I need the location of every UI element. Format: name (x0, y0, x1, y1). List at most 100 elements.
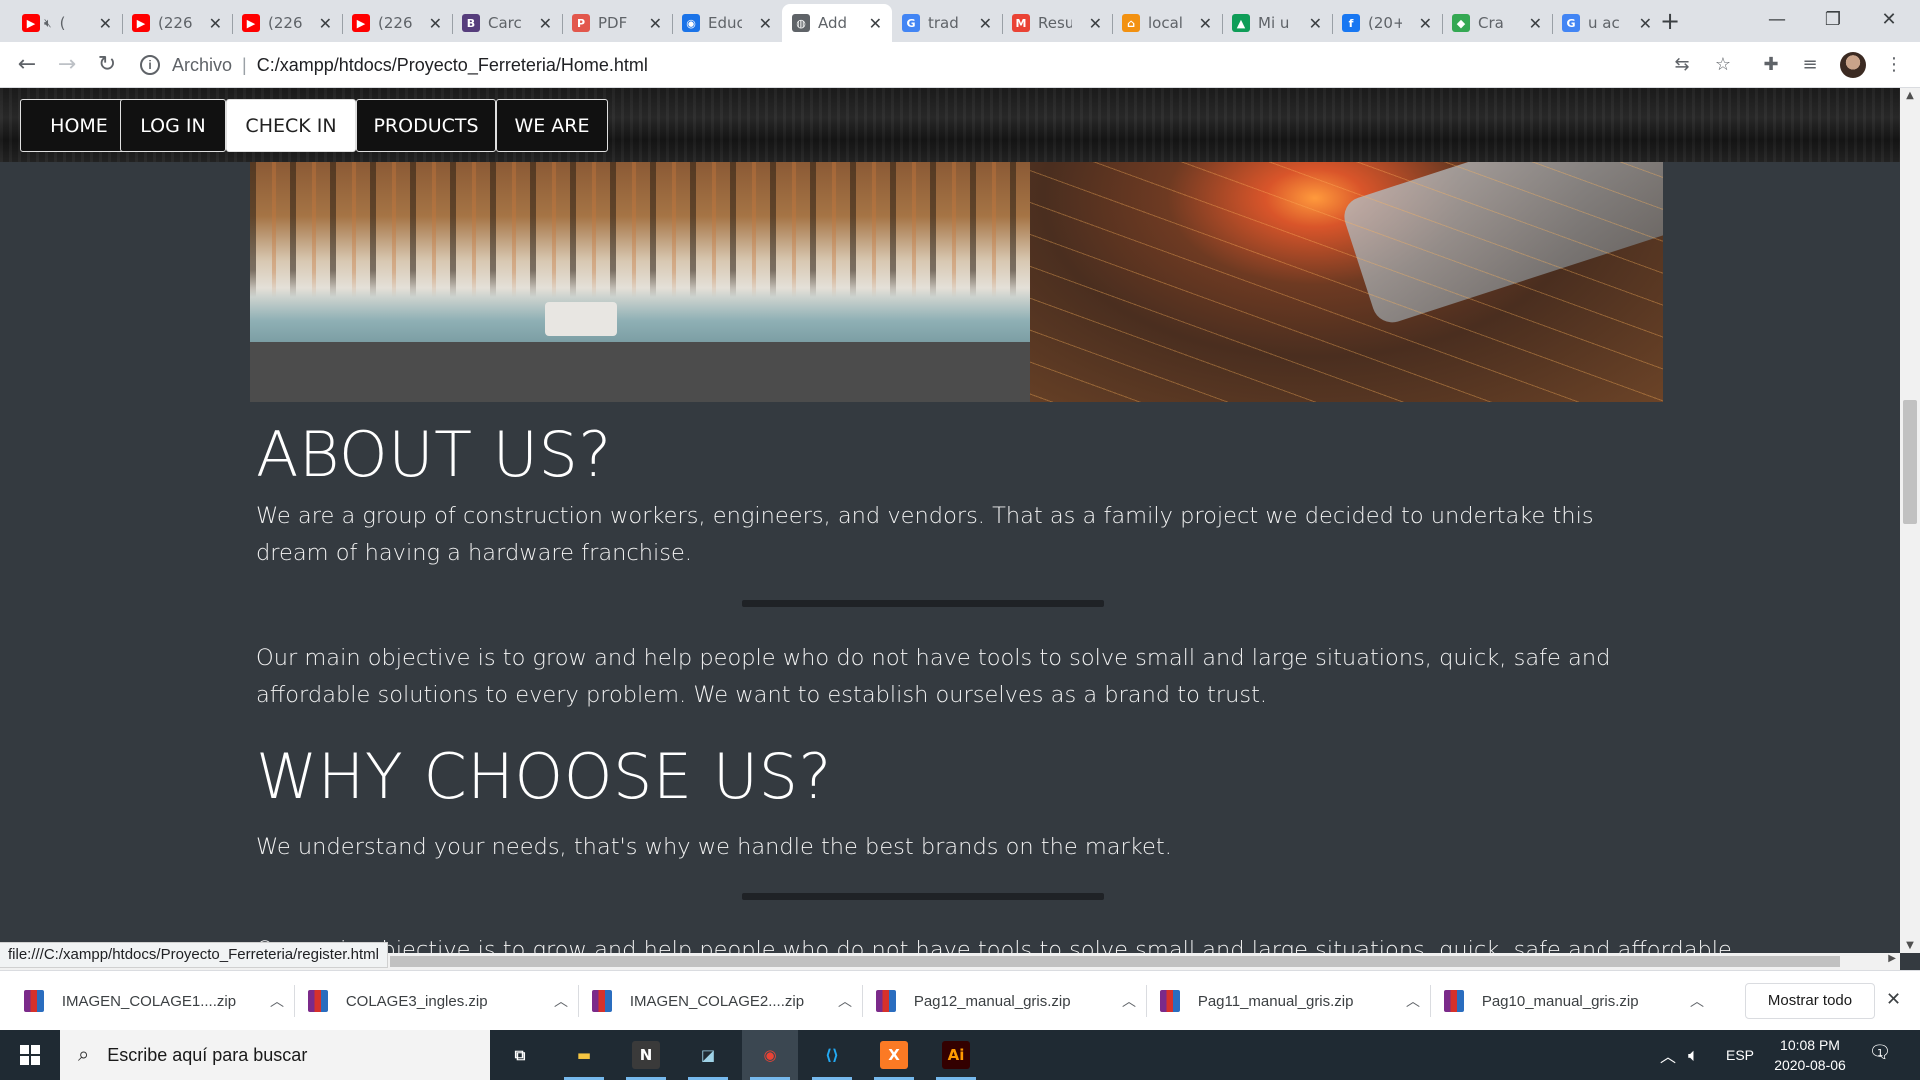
browser-tab[interactable]: ▶ (226 ✕ (122, 4, 232, 42)
translate-icon[interactable]: ⇆ (1670, 53, 1694, 77)
vscode-icon: ⟨⟩ (825, 1046, 839, 1064)
show-all-downloads-button[interactable]: Mostrar todo (1745, 983, 1875, 1019)
nav-login[interactable]: LOG IN (120, 99, 226, 152)
action-center-icon[interactable]: 🗨︎ 1 (1866, 1042, 1894, 1068)
section-divider (742, 893, 1104, 900)
gmail-icon: M (1012, 14, 1030, 32)
browser-tab[interactable]: ◉ Educ ✕ (672, 4, 782, 42)
tab-title: (226 (268, 14, 302, 32)
browser-tab[interactable]: ◆ Cra ✕ (1442, 4, 1552, 42)
nav-products[interactable]: PRODUCTS (356, 99, 496, 152)
system-clock[interactable]: 10:08 PM 2020-08-06 (1760, 1035, 1860, 1075)
input-language[interactable]: ESP (1726, 1030, 1754, 1080)
browser-tab[interactable]: P PDF ✕ (562, 4, 672, 42)
browser-tab[interactable]: ▲ Mi u ✕ (1222, 4, 1332, 42)
vertical-scrollbar[interactable]: ▲ ▼ (1900, 88, 1920, 953)
close-download-shelf-icon[interactable]: ✕ (1886, 989, 1901, 1010)
scroll-up-arrow[interactable]: ▲ (1900, 90, 1920, 101)
download-options-chevron-icon[interactable]: ︿ (1122, 991, 1136, 1011)
close-window-button[interactable]: ✕ (1862, 4, 1916, 36)
tools-wall-image (250, 162, 1030, 342)
horizontal-scroll-thumb[interactable] (390, 956, 1840, 967)
tab-separator (672, 14, 673, 34)
close-tab-icon[interactable]: ✕ (649, 14, 662, 33)
taskbar-app-button[interactable]: ◪ (680, 1030, 736, 1080)
taskbar-app-button[interactable]: ⧉ (492, 1030, 548, 1080)
browser-tab[interactable]: ⌂ local ✕ (1112, 4, 1222, 42)
vertical-scroll-thumb[interactable] (1903, 400, 1917, 524)
clock-date: 2020-08-06 (1774, 1057, 1846, 1073)
download-item[interactable]: IMAGEN_COLAGE1....zip ︿ (24, 979, 284, 1023)
browser-tab[interactable]: ▶ 🔇︎ (✕ (12, 4, 122, 42)
chrome-menu-icon[interactable]: ⋮ (1882, 53, 1906, 77)
address-bar[interactable]: i Archivo | C:/xampp/htdocs/Proyecto_Fer… (140, 48, 1730, 82)
forward-button[interactable]: → (52, 51, 82, 79)
close-tab-icon[interactable]: ✕ (429, 14, 442, 33)
new-tab-button[interactable]: + (1656, 8, 1684, 36)
taskbar-app-button[interactable]: ▬ (556, 1030, 612, 1080)
close-tab-icon[interactable]: ✕ (1089, 14, 1102, 33)
close-tab-icon[interactable]: ✕ (869, 14, 882, 33)
nav-we-are[interactable]: WE ARE (496, 99, 608, 152)
extensions-icon[interactable]: ✚ (1759, 53, 1783, 77)
download-options-chevron-icon[interactable]: ︿ (1690, 991, 1704, 1011)
mute-icon[interactable]: 🔇︎ (44, 16, 52, 31)
clock-time: 10:08 PM (1780, 1037, 1840, 1053)
close-tab-icon[interactable]: ✕ (319, 14, 332, 33)
search-icon: ⌕ (78, 1043, 90, 1066)
tab-separator (232, 14, 233, 34)
profile-avatar[interactable] (1840, 52, 1866, 78)
close-tab-icon[interactable]: ✕ (979, 14, 992, 33)
download-options-chevron-icon[interactable]: ︿ (554, 991, 568, 1011)
close-tab-icon[interactable]: ✕ (539, 14, 552, 33)
download-item[interactable]: COLAGE3_ingles.zip ︿ (308, 979, 568, 1023)
scroll-right-arrow[interactable]: ▶ (1888, 953, 1896, 964)
taskbar-app-button[interactable]: X (866, 1030, 922, 1080)
zip-archive-icon (24, 990, 44, 1012)
volume-icon[interactable]: 🔈︎ (1688, 1030, 1699, 1080)
close-tab-icon[interactable]: ✕ (1199, 14, 1212, 33)
browser-tab[interactable]: ◍ Add ✕ (782, 4, 892, 42)
taskbar-app-button[interactable]: ◉ (742, 1030, 798, 1080)
download-options-chevron-icon[interactable]: ︿ (1406, 991, 1420, 1011)
google-icon: G (902, 14, 920, 32)
close-tab-icon[interactable]: ✕ (1639, 14, 1652, 33)
notes-app-icon: ◪ (700, 1046, 716, 1064)
nav-check-in[interactable]: CHECK IN (226, 99, 356, 152)
download-item[interactable]: Pag11_manual_gris.zip ︿ (1160, 979, 1420, 1023)
address-url[interactable]: C:/xampp/htdocs/Proyecto_Ferreteria/Home… (257, 55, 648, 76)
browser-tab[interactable]: Gtrad ✕ (892, 4, 1002, 42)
download-options-chevron-icon[interactable]: ︿ (270, 991, 284, 1011)
browser-tab[interactable]: ▶ (226 ✕ (342, 4, 452, 42)
download-item[interactable]: Pag10_manual_gris.zip ︿ (1444, 979, 1704, 1023)
back-button[interactable]: ← (12, 51, 42, 79)
site-info-icon[interactable]: i (140, 55, 160, 75)
taskbar-app-button[interactable]: Ai (928, 1030, 984, 1080)
tab-title: (226 (158, 14, 192, 32)
download-item[interactable]: IMAGEN_COLAGE2....zip ︿ (592, 979, 852, 1023)
download-options-chevron-icon[interactable]: ︿ (838, 991, 852, 1011)
taskbar-app-button[interactable]: N (618, 1030, 674, 1080)
browser-tab[interactable]: M Resu ✕ (1002, 4, 1112, 42)
browser-tab[interactable]: f (20+ ✕ (1332, 4, 1442, 42)
show-hidden-icons[interactable]: ︿ (1660, 1030, 1676, 1080)
taskbar-search[interactable]: ⌕ Escribe aquí para buscar (60, 1030, 490, 1080)
bookmark-star-icon[interactable]: ☆ (1711, 53, 1735, 77)
close-tab-icon[interactable]: ✕ (209, 14, 222, 33)
browser-tab[interactable]: ▶ (226 ✕ (232, 4, 342, 42)
close-tab-icon[interactable]: ✕ (1529, 14, 1542, 33)
taskbar-app-button[interactable]: ⟨⟩ (804, 1030, 860, 1080)
restore-button[interactable]: ❐ (1806, 4, 1860, 36)
download-item[interactable]: Pag12_manual_gris.zip ︿ (876, 979, 1136, 1023)
close-tab-icon[interactable]: ✕ (759, 14, 772, 33)
minimize-button[interactable]: — (1750, 4, 1804, 36)
media-control-icon[interactable]: ≡ (1798, 53, 1822, 77)
scroll-down-arrow[interactable]: ▼ (1900, 940, 1920, 951)
start-button[interactable] (0, 1030, 60, 1080)
close-tab-icon[interactable]: ✕ (99, 14, 112, 33)
close-tab-icon[interactable]: ✕ (1419, 14, 1432, 33)
close-tab-icon[interactable]: ✕ (1309, 14, 1322, 33)
browser-tab[interactable]: B Carc ✕ (452, 4, 562, 42)
reload-button[interactable]: ↻ (92, 51, 122, 79)
browser-tab[interactable]: Gu ac ✕ (1552, 4, 1662, 42)
